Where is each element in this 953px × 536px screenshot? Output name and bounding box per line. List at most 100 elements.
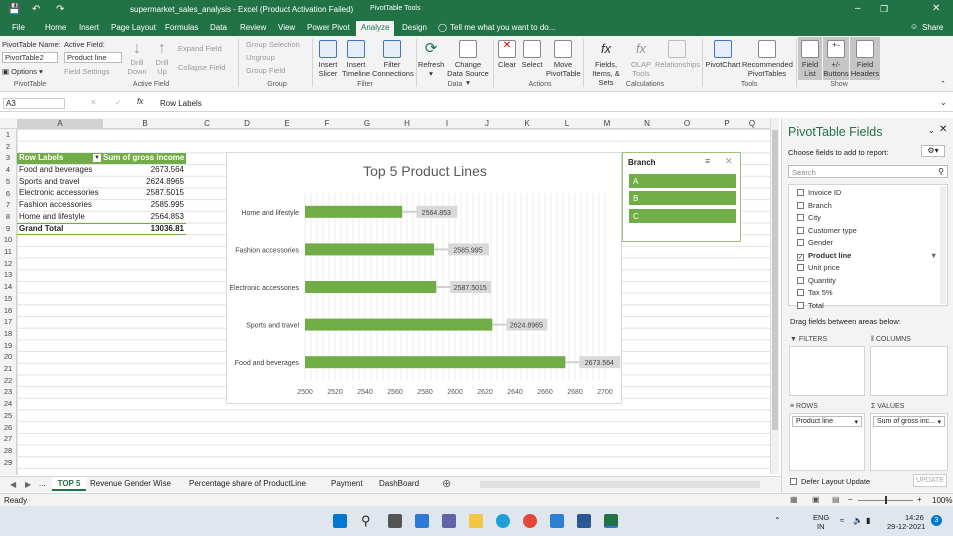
tab-formulas[interactable]: Formulas (165, 23, 198, 32)
column-header-a[interactable]: A (17, 119, 103, 128)
row-header-18[interactable]: 18 (0, 329, 16, 338)
field-item[interactable]: Tax 5% (797, 288, 833, 297)
page-break-view-icon[interactable]: ▤ (832, 495, 840, 504)
pivot-row-label[interactable]: Food and beverages (19, 165, 92, 174)
row-header-12[interactable]: 12 (0, 259, 16, 268)
row-header-26[interactable]: 26 (0, 423, 16, 432)
pane-close-icon[interactable]: ✕ (939, 124, 947, 135)
horizontal-scrollbar[interactable] (480, 481, 760, 488)
row-header-25[interactable]: 25 (0, 411, 16, 420)
add-sheet-icon[interactable]: ⊕ (442, 477, 451, 490)
move-pivottable-button[interactable]: Move PivotTable (546, 40, 581, 78)
field-item[interactable]: ✓ Product line ▼ (797, 251, 937, 261)
field-headers-button[interactable]: Field Headers (850, 37, 880, 80)
row-header-27[interactable]: 27 (0, 434, 16, 443)
undo-icon[interactable]: ↶ (32, 4, 40, 15)
rows-field-pill[interactable]: Product line ▾ (792, 416, 862, 427)
row-header-21[interactable]: 21 (0, 364, 16, 373)
insert-timeline-button[interactable]: Insert Timeline (342, 40, 370, 78)
row-header-4[interactable]: 4 (0, 165, 16, 174)
zoom-in-icon[interactable]: + (917, 495, 922, 504)
more-sheets-icon[interactable]: ... (39, 479, 46, 488)
close-icon[interactable]: ✕ (932, 3, 940, 14)
field-list-button[interactable]: Field List (798, 37, 822, 80)
refresh-button[interactable]: ⟳ Refresh ▾ (418, 40, 444, 78)
field-item[interactable]: Invoice ID (797, 188, 841, 197)
field-filter-icon[interactable]: ▼ (930, 251, 937, 260)
row-header-24[interactable]: 24 (0, 399, 16, 408)
column-header-d[interactable]: D (227, 119, 267, 128)
search-icon[interactable]: ⚲ (361, 514, 375, 528)
name-box[interactable]: A3 (3, 98, 65, 109)
pivot-row-value[interactable]: 2585.995 (103, 200, 184, 209)
column-header-g[interactable]: G (347, 119, 387, 128)
zoom-thumb[interactable] (885, 496, 887, 504)
pivot-row-label[interactable]: Sports and travel (19, 177, 79, 186)
checkbox-icon[interactable] (797, 201, 804, 209)
chrome-icon[interactable] (523, 514, 537, 528)
clock-time[interactable]: 14:26 (905, 513, 924, 522)
gear-icon[interactable]: ⚙▾ (921, 145, 945, 157)
field-list-scrollbar[interactable] (940, 186, 946, 304)
row-labels-header[interactable]: Row Labels ▼ (17, 153, 103, 164)
sum-header[interactable]: Sum of gross income (103, 153, 186, 164)
tray-chevron-icon[interactable]: ⌃ (774, 516, 781, 525)
column-header-c[interactable]: C (187, 119, 227, 128)
values-area[interactable]: Sum of gross inc... ▾ (870, 413, 948, 471)
row-header-6[interactable]: 6 (0, 189, 16, 198)
field-item[interactable]: Branch (797, 201, 832, 210)
field-search-input[interactable]: Search ⚲ (788, 165, 948, 178)
expand-formula-icon[interactable]: ⌄ (940, 98, 947, 107)
fx-icon[interactable]: fx (137, 97, 143, 106)
change-data-source-button[interactable]: Change Data Source ▾ (446, 40, 490, 87)
grand-total-row[interactable]: Grand Total 13036.81 (17, 223, 186, 235)
row-header-20[interactable]: 20 (0, 352, 16, 361)
fields-items-sets-button[interactable]: fx Fields, Items, & Sets (585, 40, 627, 87)
excel-icon[interactable] (604, 514, 618, 528)
columns-area[interactable] (870, 346, 948, 396)
filter-connections-button[interactable]: Filter Connections (372, 40, 414, 78)
tell-me-box[interactable]: Tell me what you want to do... (450, 23, 555, 32)
group-selection-button[interactable]: Group Selection (246, 40, 300, 49)
field-item[interactable]: Gender (797, 238, 833, 247)
scroll-thumb[interactable] (772, 130, 778, 430)
clock-date[interactable]: 29-12-2021 (887, 522, 925, 531)
pivot-row-label[interactable]: Home and lifestyle (19, 212, 85, 221)
row-header-19[interactable]: 19 (0, 341, 16, 350)
column-header-n[interactable]: N (627, 119, 667, 128)
multi-select-icon[interactable]: ≡ (705, 156, 710, 166)
row-header-8[interactable]: 8 (0, 212, 16, 221)
field-item[interactable]: City (797, 213, 821, 222)
column-header-j[interactable]: J (467, 119, 507, 128)
row-header-13[interactable]: 13 (0, 270, 16, 279)
field-item[interactable]: Total (797, 301, 824, 310)
column-header-e[interactable]: E (267, 119, 307, 128)
clear-button[interactable]: ✕ Clear (496, 40, 518, 69)
recommended-pivottables-button[interactable]: Recommended PivotTables (742, 40, 793, 78)
checkbox-icon[interactable] (797, 264, 804, 271)
tab-analyze[interactable]: Analyze (356, 21, 395, 36)
rows-area[interactable]: Product line ▾ (789, 413, 865, 471)
normal-view-icon[interactable]: ▦ (790, 495, 798, 504)
zoom-level[interactable]: 100% (932, 496, 952, 505)
sheet-tab-revenue-gender[interactable]: Revenue Gender Wise (90, 479, 171, 488)
checkbox-icon[interactable] (797, 301, 804, 309)
sheet-tab-payment[interactable]: Payment (331, 479, 363, 488)
row-header-11[interactable]: 11 (0, 247, 16, 256)
field-item[interactable]: Unit price (797, 263, 840, 272)
checkbox-icon[interactable] (797, 189, 804, 196)
checkbox-icon[interactable] (797, 276, 804, 284)
branch-slicer[interactable]: Branch ≡ ✕ A B C (622, 152, 741, 242)
cancel-icon[interactable]: ✕ (90, 98, 97, 107)
row-header-15[interactable]: 15 (0, 294, 16, 303)
checkbox-icon[interactable] (797, 214, 804, 221)
notification-badge[interactable]: 3 (931, 515, 942, 526)
file-explorer-icon[interactable] (469, 514, 483, 528)
slicer-item-c[interactable]: C (629, 209, 736, 223)
prev-sheet-icon[interactable]: ◀ (10, 480, 16, 489)
language-indicator[interactable]: ENG (813, 513, 829, 522)
pivot-row-value[interactable]: 2624.8965 (103, 177, 184, 186)
drill-down-button[interactable]: ↓ Drill Down (126, 40, 148, 76)
checkbox-icon[interactable] (797, 239, 804, 246)
pivot-chart[interactable]: Top 5 Product Lines 2500 2520 2540 2560 2580… (226, 152, 622, 404)
